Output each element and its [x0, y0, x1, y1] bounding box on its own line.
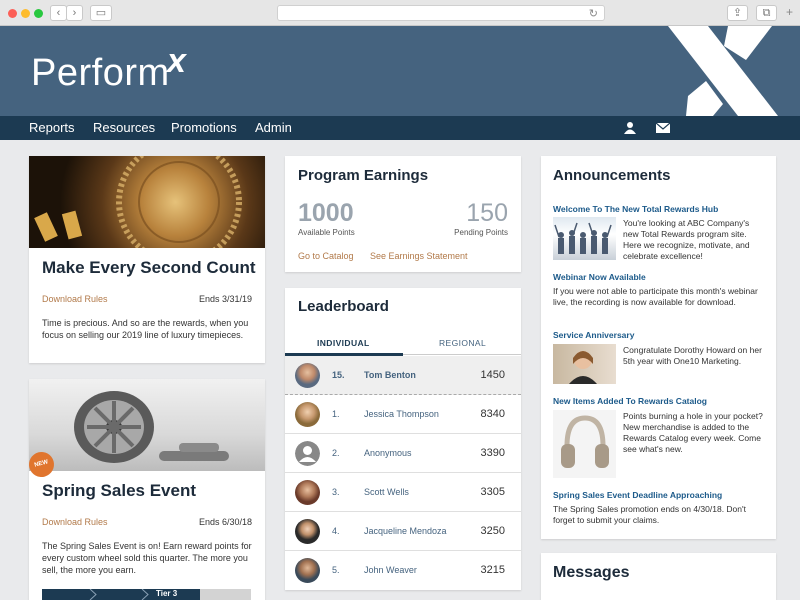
address-bar[interactable]: ↻	[277, 5, 605, 21]
points: 3215	[480, 564, 505, 576]
rank: 1.	[332, 409, 340, 419]
section-title: Program Earnings	[298, 167, 429, 184]
team-photo	[553, 217, 616, 260]
watch-image	[29, 156, 265, 248]
name: Scott Wells	[364, 487, 409, 497]
points: 3250	[480, 525, 505, 537]
points: 3305	[480, 486, 505, 498]
default-avatar-icon	[295, 441, 320, 466]
go-to-catalog-link[interactable]: Go to Catalog	[298, 251, 354, 261]
user-icon[interactable]	[624, 121, 636, 134]
download-rules-link[interactable]: Download Rules	[42, 294, 108, 304]
earnings-statement-link[interactable]: See Earnings Statement	[370, 251, 468, 261]
avatar	[295, 519, 320, 544]
section-title: Announcements	[553, 167, 671, 184]
name: John Weaver	[364, 565, 417, 575]
available-points-value: 1000	[298, 199, 354, 227]
end-date: Ends 6/30/18	[198, 517, 252, 527]
mail-icon[interactable]	[656, 123, 670, 133]
leaderboard-row[interactable]: 4. Jacqueline Mendoza 3250	[285, 512, 521, 551]
section-title: Messages	[553, 564, 630, 581]
program-earnings-panel: Program Earnings 1000 Available Points 1…	[285, 156, 521, 272]
announcement-text: If you were not able to participate this…	[553, 286, 758, 307]
points: 8340	[480, 408, 505, 420]
reload-icon[interactable]: ↻	[589, 7, 598, 20]
announcement-heading[interactable]: Webinar Now Available	[553, 272, 646, 282]
section-title: Leaderboard	[298, 298, 389, 315]
announcement-text: You're looking at ABC Company's new Tota…	[623, 218, 750, 261]
leaderboard-row[interactable]: 5. John Weaver 3215	[285, 551, 521, 590]
brand-x-graphic	[668, 26, 778, 116]
avatar	[295, 480, 320, 505]
nav-resources[interactable]: Resources	[93, 120, 155, 135]
name: Jacqueline Mendoza	[364, 526, 447, 536]
wheel-image	[29, 379, 265, 471]
points: 1450	[480, 369, 505, 381]
leaderboard-row[interactable]: 1. Jessica Thompson 8340	[285, 395, 521, 434]
end-date: Ends 3/31/19	[198, 294, 252, 304]
card-title: Spring Sales Event	[42, 481, 196, 500]
name: Jessica Thompson	[364, 409, 439, 419]
close-window-button[interactable]	[8, 9, 17, 18]
announcement-heading[interactable]: New Items Added To Rewards Catalog	[553, 396, 707, 406]
avatar	[295, 363, 320, 388]
nav-admin[interactable]: Admin	[255, 120, 292, 135]
name: Tom Benton	[364, 370, 416, 380]
minimize-window-button[interactable]	[21, 9, 30, 18]
new-tab-icon[interactable]: +	[786, 5, 793, 19]
announcement-heading[interactable]: Spring Sales Event Deadline Approaching	[553, 490, 722, 500]
announcement-heading[interactable]: Service Anniversary	[553, 330, 634, 340]
avatar	[295, 558, 320, 583]
announcement-text: Points burning a hole in your pocket? Ne…	[623, 411, 763, 454]
points: 3390	[480, 447, 505, 459]
tab-regional[interactable]: REGIONAL	[439, 338, 486, 348]
share-icon[interactable]: ⇪	[727, 5, 748, 21]
promo-card-spring-sales: NEW Spring Sales Event Download Rules En…	[26, 379, 265, 600]
leaderboard-panel: Leaderboard INDIVIDUAL REGIONAL 15. Tom …	[285, 288, 521, 590]
browser-chrome: ‹ › ▭ ↻ ⇪ ⧉ +	[0, 0, 800, 26]
nav-promotions[interactable]: Promotions	[171, 120, 237, 135]
card-description: Time is precious. And so are the rewards…	[42, 318, 249, 340]
leaderboard-row-current-user[interactable]: 15. Tom Benton 1450	[285, 356, 521, 395]
available-points-label: Available Points	[298, 228, 355, 237]
nav-reports[interactable]: Reports	[29, 120, 75, 135]
rank: 15.	[332, 370, 345, 380]
headphones-photo	[553, 410, 616, 478]
announcement-heading[interactable]: Welcome To The New Total Rewards Hub	[553, 204, 718, 214]
leaderboard-row[interactable]: 2. Anonymous 3390	[285, 434, 521, 473]
leaderboard-row[interactable]: 3. Scott Wells 3305	[285, 473, 521, 512]
tab-individual[interactable]: INDIVIDUAL	[317, 338, 370, 348]
leaderboard-tabs: INDIVIDUAL REGIONAL	[285, 333, 521, 356]
announcement-text: Congratulate Dorothy Howard on her 5th y…	[623, 345, 762, 366]
rank: 5.	[332, 565, 340, 575]
rank: 3.	[332, 487, 340, 497]
employee-photo	[553, 344, 616, 384]
name: Anonymous	[364, 448, 412, 458]
tabs-icon[interactable]: ⧉	[756, 5, 777, 21]
card-title: Make Every Second Count	[42, 258, 256, 277]
card-description: The Spring Sales Event is on! Earn rewar…	[42, 541, 252, 575]
download-rules-link[interactable]: Download Rules	[42, 517, 108, 527]
messages-panel: Messages	[541, 553, 776, 600]
sidebar-toggle-icon[interactable]: ▭	[90, 5, 112, 21]
site-header: Perform x	[0, 26, 800, 116]
announcements-panel: Announcements Welcome To The New Total R…	[541, 156, 776, 539]
rank: 4.	[332, 526, 340, 536]
pending-points-label: Pending Points	[454, 228, 508, 237]
back-button[interactable]: ‹	[50, 5, 67, 21]
logo-mark: x	[167, 42, 186, 80]
pending-points-value: 150	[466, 199, 508, 227]
zoom-window-button[interactable]	[34, 9, 43, 18]
logo-text[interactable]: Perform	[31, 52, 170, 95]
main-nav: Reports Resources Promotions Admin	[0, 116, 800, 140]
announcement-text: The Spring Sales promotion ends on 4/30/…	[553, 504, 746, 525]
rank: 2.	[332, 448, 340, 458]
tier-label: Tier 3	[156, 589, 178, 598]
forward-button[interactable]: ›	[66, 5, 83, 21]
tier-progress-bar: Tier 3	[42, 589, 251, 600]
promo-card-timepieces: Make Every Second Count Download Rules E…	[29, 156, 265, 363]
avatar	[295, 402, 320, 427]
